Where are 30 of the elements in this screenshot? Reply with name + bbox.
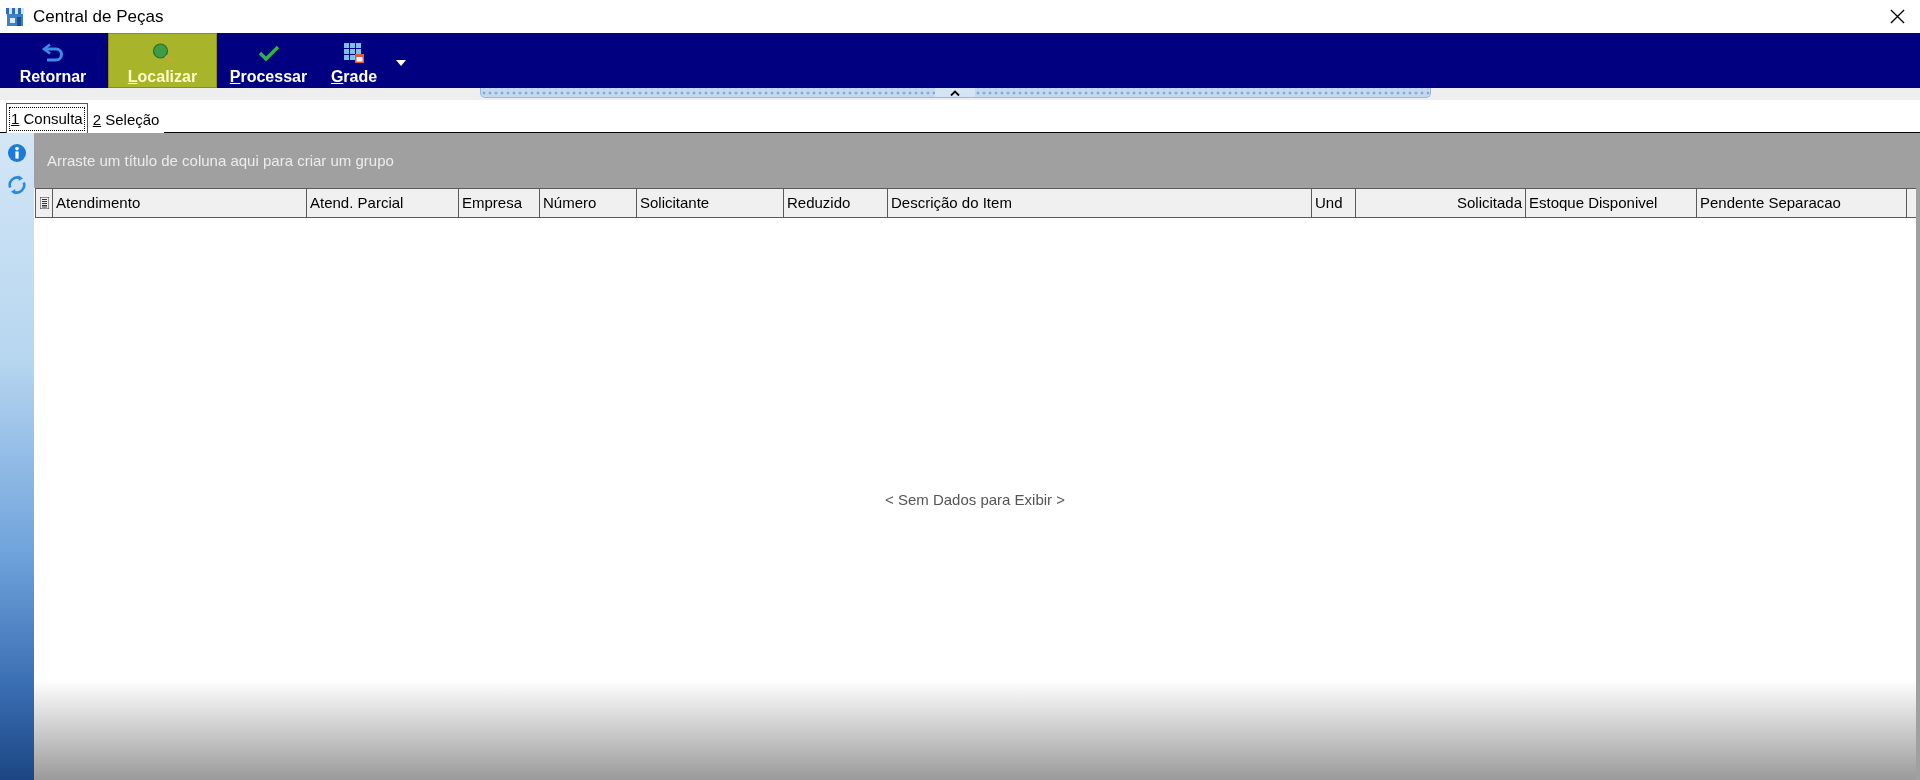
column-header[interactable]: Und: [1312, 189, 1356, 217]
column-header[interactable]: Atend. Parcial: [307, 189, 459, 217]
refresh-icon[interactable]: [7, 175, 27, 195]
column-header[interactable]: Número: [540, 189, 637, 217]
caret-icon: [396, 59, 406, 66]
toolbar-button[interactable]: Processar: [218, 33, 319, 88]
column-header[interactable]: Empresa: [459, 189, 540, 217]
column-header[interactable]: Descrição do Item: [888, 189, 1312, 217]
column-header[interactable]: Estoque Disponivel: [1526, 189, 1697, 217]
close-icon: [1889, 9, 1905, 24]
splitter-handle[interactable]: [479, 88, 1431, 98]
column-header[interactable]: Solicitada: [1356, 189, 1526, 217]
grid-icon: [343, 43, 365, 63]
empty-grid-message: < Sem Dados para Exibir >: [884, 491, 1066, 508]
column-header[interactable]: Pendente Separacao: [1697, 189, 1907, 217]
window-title: Central de Peças: [33, 6, 164, 27]
checkmark-icon: [257, 43, 280, 63]
list-icon: [39, 197, 49, 209]
group-by-hint: Arraste um título de coluna aqui para criar um grupo: [47, 152, 394, 169]
return-arrow-icon: [42, 43, 64, 63]
collapse-caret-icon: [950, 89, 960, 96]
info-icon[interactable]: [8, 144, 26, 162]
storefront-icon: [5, 6, 25, 27]
column-header[interactable]: Reduzido: [784, 189, 888, 217]
column-header[interactable]: Solicitante: [637, 189, 784, 217]
tab[interactable]: 1 Consulta: [6, 103, 88, 133]
toolbar-button[interactable]: Grade: [320, 33, 388, 88]
column-header[interactable]: Atendimento: [53, 189, 307, 217]
toolbar-button[interactable]: Retornar: [0, 33, 106, 88]
search-icon: [151, 43, 174, 63]
